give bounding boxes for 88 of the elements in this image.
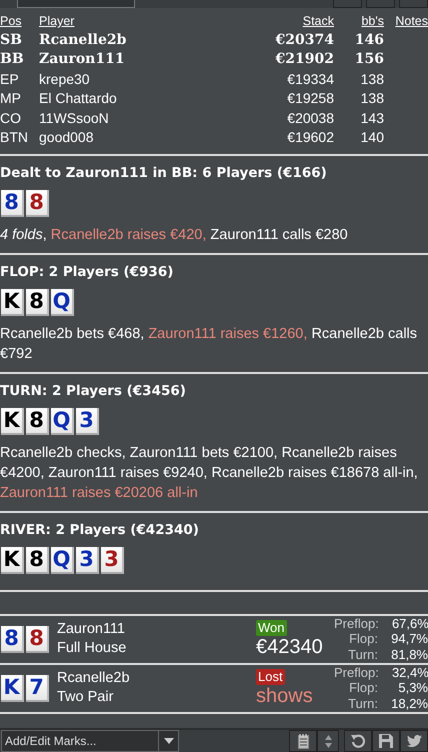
position-cell: CO	[0, 110, 21, 126]
action-text: Rcanelle2b bets €468, Zauron111 raises €1260, Rcanelle2b calls €792	[0, 324, 418, 364]
playing-card: K	[1, 546, 24, 574]
caret-icon	[164, 738, 174, 744]
bb-count-cell: 138	[360, 70, 384, 86]
stack-cell: €20038	[287, 110, 334, 126]
playing-card: 8	[26, 546, 49, 574]
playing-card: 7	[26, 674, 49, 702]
notes-button[interactable]	[289, 730, 317, 752]
street-title: Dealt to Zauron111 in BB: 6 Players (€166)	[0, 164, 328, 182]
marks-field[interactable]: Add/Edit Marks...	[1, 730, 159, 752]
bb-count-cell: 156	[354, 51, 384, 67]
save-button[interactable]	[372, 730, 400, 752]
playing-card: K	[1, 408, 24, 434]
action-text: Rcanelle2b checks, Zauron111 bets €2100, Rcanelle2b raises €4200, Zauron111 raises €9240, Rcanelle2b raises €18678 all-in, Zauron111 raises €20206 all-in	[0, 444, 419, 502]
player-cell: Rcanelle2b	[39, 32, 126, 48]
column-header[interactable]: Stack	[302, 14, 334, 28]
playing-card: 8	[26, 190, 49, 216]
position-cell: MP	[0, 90, 21, 106]
player-cell: 11WSsooN	[39, 110, 109, 126]
playing-card: 8	[26, 626, 49, 652]
position-cell: SB	[0, 32, 22, 48]
stack-cell: €19602	[287, 129, 334, 145]
result-badge: Lost	[256, 669, 285, 685]
notepad-icon	[298, 734, 308, 748]
player-cell: Zauron111	[39, 51, 125, 67]
equity-value: 18,2%	[391, 696, 428, 711]
playing-card: 3	[76, 408, 99, 434]
equity-value: 32,4%	[392, 664, 428, 680]
player-cell: good008	[39, 129, 94, 145]
equity-value: 94,7%	[391, 631, 428, 646]
equity-label: Preflop:	[334, 616, 379, 631]
player-name: Zauron111	[57, 620, 126, 639]
playing-card: 3	[76, 546, 99, 574]
bb-count-cell: 146	[354, 32, 384, 48]
street-title: RIVER: 2 Players (€42340)	[0, 520, 200, 540]
player-name: Rcanelle2b	[57, 669, 131, 688]
playing-card: 8	[26, 288, 49, 316]
playing-card: K	[1, 674, 24, 702]
player-cell: krepe30	[39, 70, 90, 86]
street-title: TURN: 2 Players (€3456)	[0, 382, 187, 400]
street-title: FLOP: 2 Players (€936)	[0, 262, 174, 282]
bb-count-cell: 138	[360, 90, 384, 106]
playing-card: K	[1, 288, 24, 316]
action-text: 4 folds, Rcanelle2b raises €420, Zauron111 calls €280	[0, 226, 349, 244]
share-button[interactable]	[400, 730, 428, 752]
equity-value: 81,8%	[391, 646, 428, 662]
playing-card: 8	[26, 408, 49, 434]
column-header[interactable]: Pos	[0, 14, 22, 28]
sort-button[interactable]	[317, 730, 339, 752]
position-cell: BTN	[0, 129, 28, 145]
hand-name: Full House	[57, 639, 128, 658]
playing-card: 8	[1, 626, 24, 652]
equity-label: Flop:	[349, 680, 378, 696]
playing-card: 8	[1, 190, 24, 216]
result-amount: €42340	[256, 636, 323, 658]
equity-label: Turn:	[348, 696, 378, 711]
column-header[interactable]: bb's	[361, 14, 384, 28]
equity-value: 5,3%	[398, 680, 428, 696]
playing-card: 3	[101, 546, 124, 574]
equity-value: 67,6%	[392, 616, 428, 631]
stack-cell: €19258	[287, 90, 334, 106]
position-cell: BB	[0, 51, 24, 67]
column-header[interactable]: Notes	[395, 14, 428, 28]
playing-card: Q	[51, 408, 74, 434]
stack-cell: €21902	[276, 51, 334, 67]
save-icon	[379, 734, 393, 748]
up-down-icon	[324, 734, 332, 748]
stack-cell: €19334	[287, 70, 334, 86]
equity-label: Preflop:	[334, 664, 379, 680]
result-badge: Won	[256, 620, 286, 636]
refresh-button[interactable]	[344, 730, 372, 752]
equity-label: Flop:	[349, 631, 378, 646]
refresh-icon	[351, 734, 365, 748]
bb-count-cell: 140	[360, 129, 384, 145]
bb-count-cell: 143	[360, 110, 384, 126]
result-amount: shows	[256, 685, 313, 707]
stack-cell: €20374	[276, 32, 334, 48]
position-cell: EP	[0, 70, 19, 86]
playing-card: Q	[51, 546, 74, 574]
dropdown-field[interactable]	[17, 0, 135, 8]
player-cell: El Chattardo	[39, 90, 117, 106]
column-header[interactable]: Player	[39, 14, 74, 28]
hand-name: Two Pair	[57, 688, 114, 707]
dropdown-button[interactable]	[159, 730, 179, 752]
bird-icon	[406, 735, 422, 747]
playing-card: Q	[51, 288, 74, 316]
equity-label: Turn:	[348, 646, 378, 662]
